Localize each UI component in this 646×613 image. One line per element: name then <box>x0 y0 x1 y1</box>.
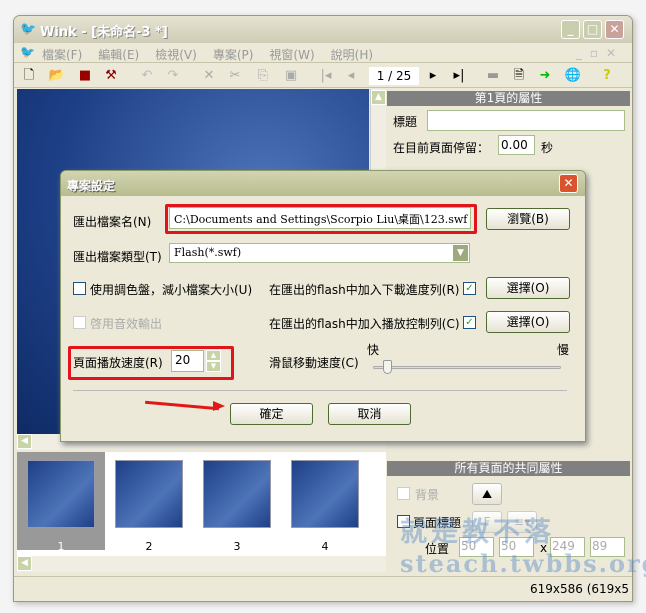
minimize-button[interactable]: _ <box>561 20 580 39</box>
thumbnail[interactable] <box>203 460 271 528</box>
last-page-icon[interactable]: ▸| <box>450 67 468 85</box>
ok-button[interactable]: 確定 <box>230 403 313 425</box>
redo-icon[interactable]: ↷ <box>164 67 182 85</box>
thumbnail-label: 2 <box>145 540 153 553</box>
choose-progress-button[interactable]: 選擇(O) <box>486 277 570 299</box>
title-label: 標題 <box>393 115 418 129</box>
chevron-down-icon[interactable]: ▼ <box>453 245 468 261</box>
prev-page-icon[interactable]: ◂ <box>342 67 360 85</box>
open-icon[interactable]: 📂 <box>48 67 66 85</box>
red-arrow <box>145 400 219 411</box>
menu-edit[interactable]: 編輯(E) <box>98 48 139 62</box>
fast-label: 快 <box>367 343 380 357</box>
thumbnail-label: 4 <box>321 540 329 553</box>
export-type-value: Flash(*.swf) <box>174 246 242 259</box>
cancel-button[interactable]: 取消 <box>328 403 411 425</box>
undo-icon[interactable]: ↶ <box>138 67 156 85</box>
save-icon[interactable]: ■ <box>76 67 94 85</box>
status-size: 619x586 (619x5 <box>530 582 630 596</box>
browse-button[interactable]: 瀏覽(B) <box>486 208 570 230</box>
mouse-speed-slider[interactable] <box>373 360 561 374</box>
mdi-controls[interactable]: _▫✕ <box>576 46 624 60</box>
export-name-label: 匯出檔案名(N) <box>73 215 152 229</box>
common-props-header: 所有頁面的共同屬性 <box>387 461 630 476</box>
seconds-label: 秒 <box>541 141 554 155</box>
build-icon[interactable]: ⚒ <box>102 67 120 85</box>
doc-icon: 🐦 <box>20 45 35 59</box>
page-counter[interactable]: 1 / 25 <box>369 67 419 85</box>
title-input[interactable] <box>427 110 625 131</box>
maximize-button[interactable]: □ <box>583 20 602 39</box>
thumbnail[interactable] <box>115 460 183 528</box>
export-type-label: 匯出檔案類型(T) <box>73 250 162 264</box>
progress-bar-checkbox[interactable]: ✓ <box>463 282 476 295</box>
delete-icon[interactable]: ✕ <box>200 67 218 85</box>
thumbnail-strip: 1 2 3 4 ◀ <box>17 452 386 572</box>
slow-label: 慢 <box>557 343 570 357</box>
highlight-box <box>68 346 234 380</box>
page-check-icon[interactable]: 🗎 <box>510 67 528 85</box>
thumbnail[interactable] <box>291 460 359 528</box>
copy-icon[interactable]: ⎘ <box>254 67 272 85</box>
sound-label: 啓用音效輸出 <box>90 317 163 331</box>
palette-label: 使用調色盤，減小檔案大小(U) <box>90 283 253 297</box>
frame-icon[interactable]: ▬ <box>484 67 502 85</box>
control-bar-label: 在匯出的flash中加入播放控制列(C) <box>269 317 460 331</box>
export-type-select[interactable]: Flash(*.swf) ▼ <box>169 243 470 263</box>
next-page-icon[interactable]: ▸ <box>424 67 442 85</box>
menu-file[interactable]: 檔案(F) <box>42 48 82 62</box>
thumbnail-scrollbar[interactable]: ◀ <box>17 556 386 572</box>
thumbnail-label: 1 <box>57 540 65 553</box>
project-settings-dialog: 專案設定 ✕ 匯出檔案名(N) C:\Documents and Setting… <box>60 170 586 442</box>
slider-thumb[interactable] <box>383 360 392 374</box>
close-button[interactable]: ✕ <box>605 20 624 39</box>
palette-checkbox[interactable] <box>73 282 86 295</box>
dialog-title: 專案設定 <box>67 179 116 193</box>
globe-icon[interactable]: 🌐 <box>564 67 582 85</box>
arrow-right-icon[interactable]: ➜ <box>536 67 554 85</box>
cut-icon[interactable]: ✂ <box>226 67 244 85</box>
background-image-button[interactable]: ⛰ <box>472 483 502 505</box>
watermark-line2: steach.twbbs.org <box>400 549 646 578</box>
stay-label: 在目前頁面停留： <box>393 141 490 155</box>
watermark-line1: 就是教不落 <box>400 517 555 548</box>
new-icon[interactable]: 🗋 <box>20 67 38 85</box>
menu-window[interactable]: 視窗(W) <box>269 48 314 62</box>
status-bar: 619x586 (619x5 <box>14 576 632 601</box>
window-title: Wink - [未命名-3 *] <box>40 25 168 40</box>
dialog-close-button[interactable]: ✕ <box>559 174 578 193</box>
help-icon[interactable]: ? <box>598 67 616 85</box>
title-bar: 🐦 Wink - [未命名-3 *] _ □ ✕ <box>14 16 632 43</box>
menu-help[interactable]: 說明(H) <box>331 48 373 62</box>
progress-bar-label: 在匯出的flash中加入下載進度列(R) <box>269 283 460 297</box>
menu-view[interactable]: 檢視(V) <box>155 48 197 62</box>
menu-project[interactable]: 專案(P) <box>213 48 254 62</box>
thumbnail[interactable] <box>27 460 95 528</box>
background-checkbox[interactable] <box>397 487 410 500</box>
sound-checkbox[interactable] <box>73 316 86 329</box>
app-icon: 🐦 <box>20 22 37 37</box>
highlight-box <box>165 204 477 234</box>
first-page-icon[interactable]: |◂ <box>317 67 335 85</box>
menu-bar: 🐦 檔案(F) 編輯(E) 檢視(V) 專案(P) 視窗(W) 說明(H) _▫✕ <box>14 43 632 63</box>
red-arrow-head <box>213 401 225 411</box>
background-label: 背景 <box>415 488 440 502</box>
control-bar-checkbox[interactable]: ✓ <box>463 316 476 329</box>
mouse-speed-label: 滑鼠移動速度(C) <box>269 356 359 370</box>
common-props: 所有頁面的共同屬性 <box>387 461 630 476</box>
thumbnail-label: 3 <box>233 540 241 553</box>
toolbar: 🗋 📂 ■ ⚒ ↶ ↷ ✕ ✂ ⎘ ▣ |◂ ◂ 1 / 25 ▸ ▸| ▬ 🗎… <box>14 64 632 88</box>
watermark: 就是教不落 steach.twbbs.org <box>400 510 646 578</box>
paste-icon[interactable]: ▣ <box>282 67 300 85</box>
page-props-header: 第1頁的屬性 <box>387 91 630 106</box>
choose-control-button[interactable]: 選擇(O) <box>486 311 570 333</box>
divider <box>73 390 567 391</box>
stay-input[interactable]: 0.00 <box>498 135 535 155</box>
dialog-title-bar: 專案設定 ✕ <box>61 171 585 196</box>
